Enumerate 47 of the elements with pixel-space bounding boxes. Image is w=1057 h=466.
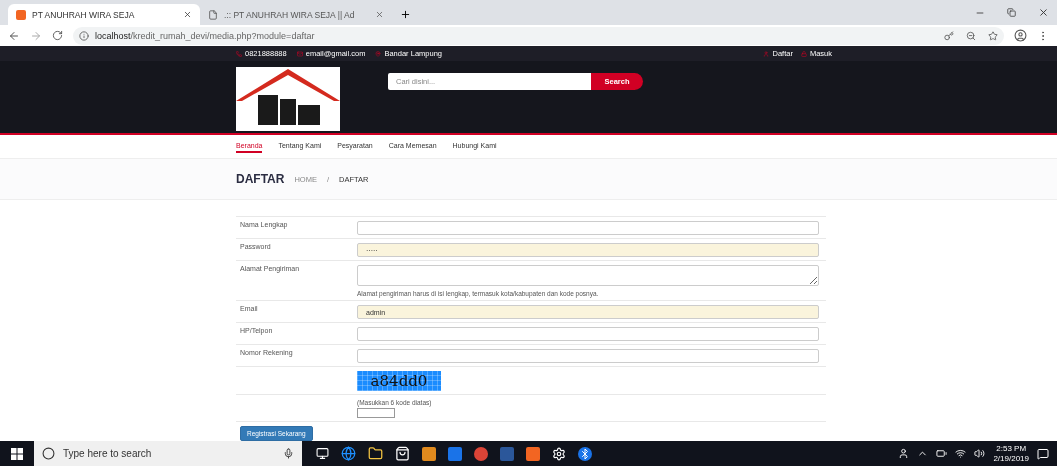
phone-icon <box>236 50 242 57</box>
notification-icon[interactable] <box>1037 447 1049 460</box>
profile-icon[interactable] <box>1014 29 1027 43</box>
page-title: DAFTAR <box>236 172 285 186</box>
app-icon[interactable] <box>448 446 462 461</box>
mail-icon <box>296 50 303 57</box>
restore-icon[interactable] <box>1007 8 1016 17</box>
app-icon[interactable] <box>526 446 540 461</box>
folder-icon[interactable] <box>368 446 383 461</box>
taskbar-clock[interactable]: 2:53 PM 2/19/2019 <box>993 443 1029 464</box>
user-icon <box>763 50 770 57</box>
app-icon[interactable] <box>422 446 436 461</box>
microphone-icon <box>283 448 294 459</box>
wifi-icon[interactable] <box>955 448 967 459</box>
volume-icon[interactable] <box>974 448 986 459</box>
input-field[interactable] <box>357 327 819 341</box>
site-icon <box>16 9 26 20</box>
input-field[interactable] <box>357 349 819 363</box>
taskbar-search-field[interactable]: Type here to search <box>34 441 302 466</box>
pin-icon <box>375 50 382 57</box>
close-icon[interactable] <box>1038 7 1049 18</box>
new-tab-icon[interactable] <box>400 9 411 20</box>
task-view-icon[interactable] <box>316 447 329 460</box>
battery-icon[interactable] <box>936 448 948 459</box>
close-icon[interactable] <box>375 10 384 19</box>
key-icon[interactable] <box>944 30 954 41</box>
captcha-input[interactable] <box>357 408 395 418</box>
input-field[interactable] <box>357 221 819 235</box>
store-icon[interactable] <box>395 446 410 461</box>
back-icon[interactable] <box>8 29 20 42</box>
cortana-icon <box>42 447 55 460</box>
close-icon[interactable] <box>183 10 192 19</box>
address-bar[interactable]: localhost/kredit_rumah_devi/media.php?module=daftar <box>73 26 1004 45</box>
reload-icon[interactable] <box>52 30 63 42</box>
textarea-field[interactable] <box>357 265 819 286</box>
browser-tab[interactable]: PT ANUHRAH WIRA SEJA <box>8 4 200 25</box>
people-icon[interactable] <box>898 448 910 459</box>
lock-icon <box>800 50 807 57</box>
info-icon <box>79 30 89 41</box>
star-icon[interactable] <box>988 30 998 41</box>
captcha-image: a84dd0 <box>357 371 441 391</box>
zoom-out-icon[interactable] <box>966 30 976 41</box>
bluetooth-icon[interactable] <box>578 446 592 461</box>
settings-icon[interactable] <box>552 446 566 461</box>
browser-icon[interactable] <box>341 446 356 461</box>
browser-tab[interactable]: .:: PT ANUHRAH WIRA SEJA || Ad <box>200 4 392 25</box>
page-icon <box>208 9 218 20</box>
